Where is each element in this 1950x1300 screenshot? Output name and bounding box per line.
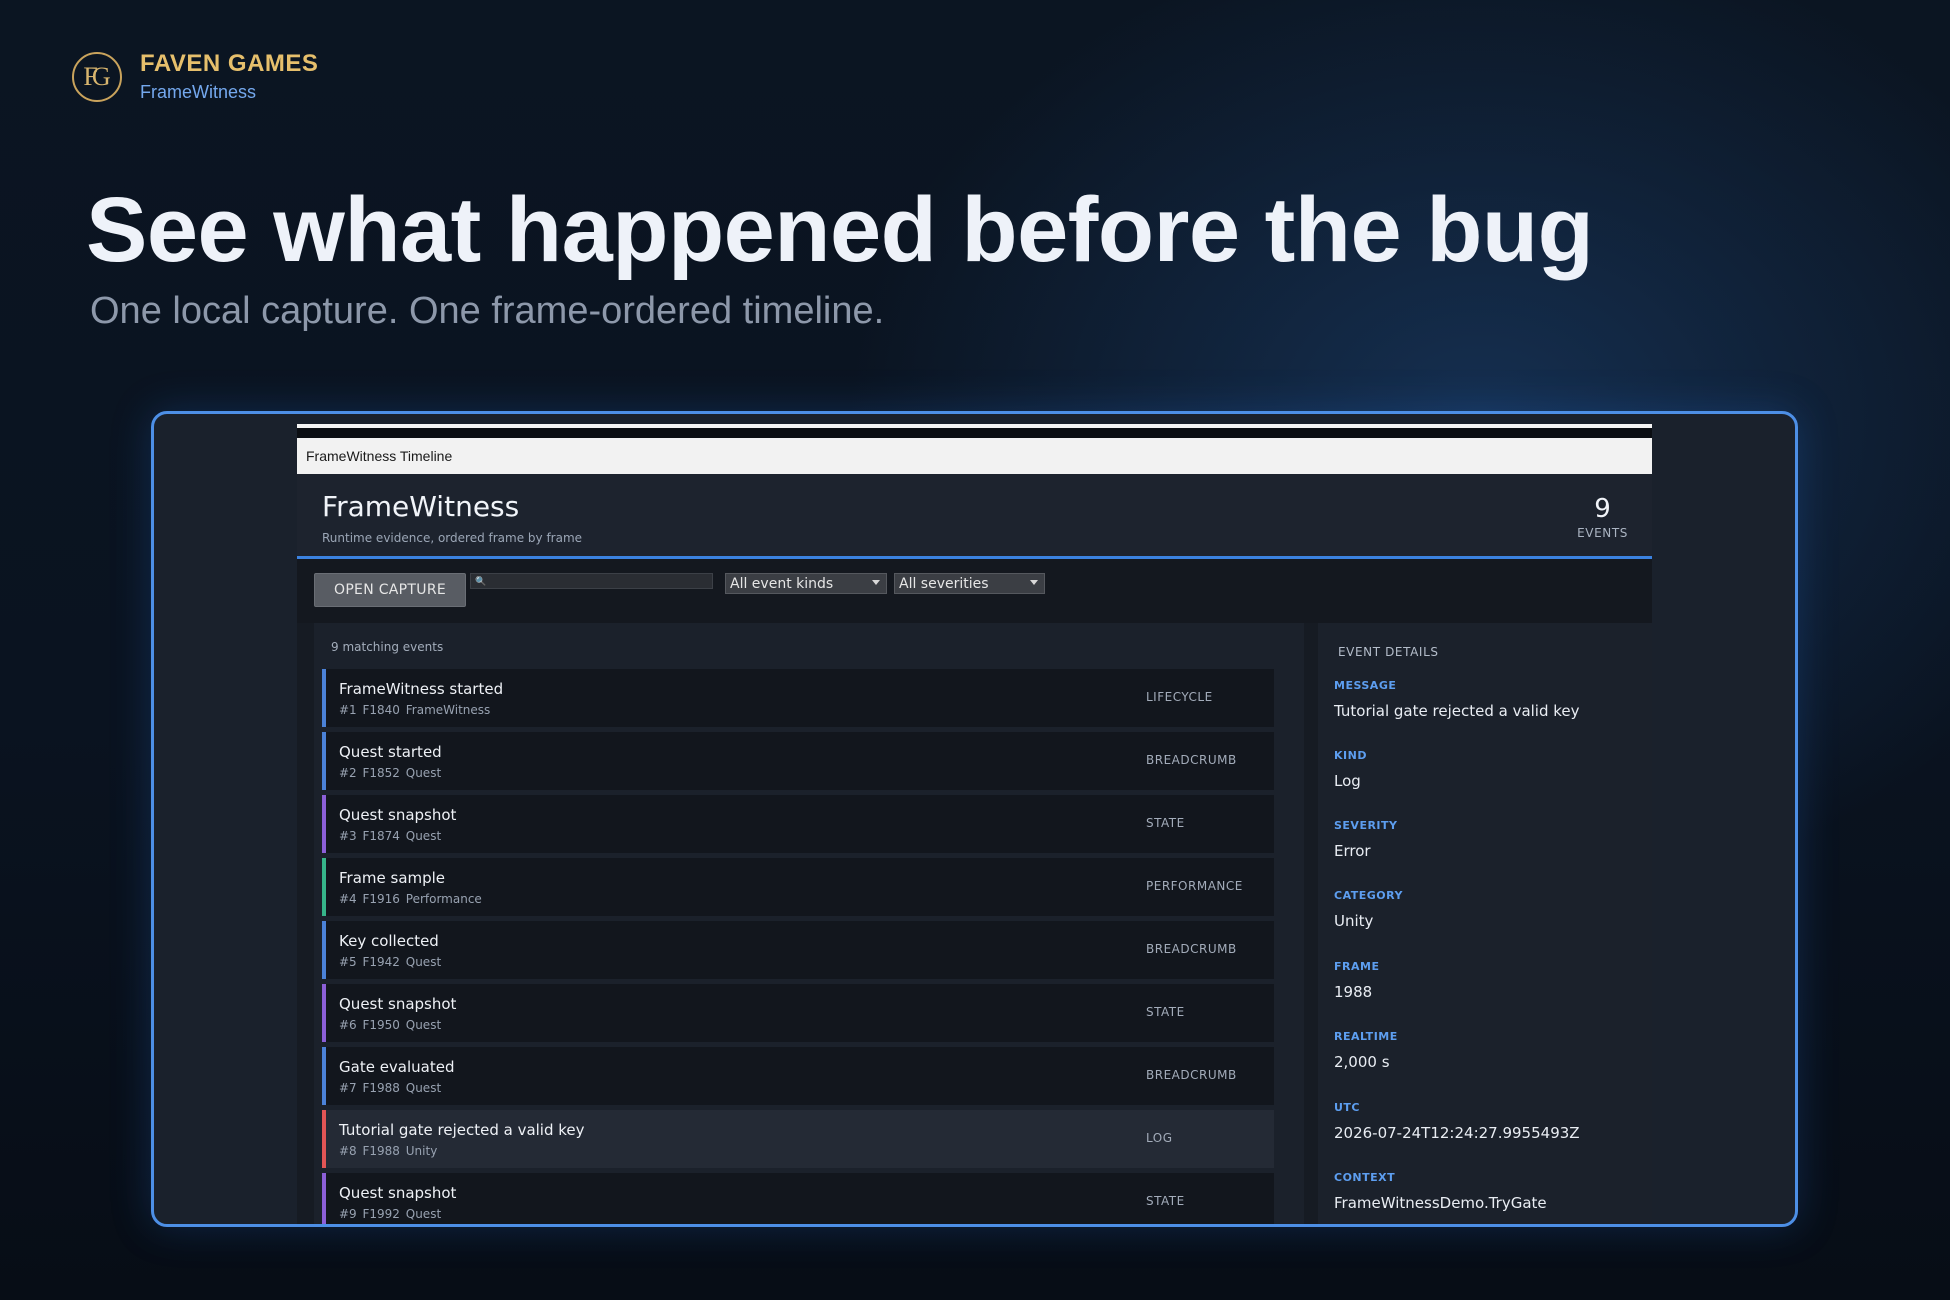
detail-label: CONTEXT bbox=[1334, 1171, 1396, 1184]
event-row[interactable]: Key collected #5 F1942 Quest BREADCRUMB bbox=[322, 921, 1274, 979]
detail-value: Tutorial gate rejected a valid key bbox=[1334, 702, 1580, 720]
brand-text: FAVEN GAMES FrameWitness bbox=[140, 50, 318, 103]
brand-product: FrameWitness bbox=[140, 82, 257, 102]
event-meta: #6 F1950 Quest bbox=[339, 1018, 442, 1032]
event-kind: BREADCRUMB bbox=[1146, 942, 1237, 956]
toolbar: OPEN CAPTURE 🔍 All event kinds All sever… bbox=[297, 559, 1652, 623]
detail-category: CATEGORY Unity bbox=[1334, 889, 1403, 930]
event-meta: #1 F1840 FrameWitness bbox=[339, 703, 491, 717]
event-meta: #4 F1916 Performance bbox=[339, 892, 482, 906]
screenshot-frame: FrameWitness Timeline FrameWitness Runti… bbox=[151, 411, 1798, 1227]
event-title: Quest snapshot bbox=[339, 1184, 457, 1202]
window-titlebar[interactable]: FrameWitness Timeline bbox=[297, 438, 1652, 474]
event-meta: #8 F1988 Unity bbox=[339, 1144, 438, 1158]
search-icon: 🔍 bbox=[475, 575, 487, 586]
event-kind: PERFORMANCE bbox=[1146, 879, 1243, 893]
event-kind: LOG bbox=[1146, 1131, 1173, 1145]
event-title: Frame sample bbox=[339, 869, 446, 887]
event-meta: #2 F1852 Quest bbox=[339, 766, 442, 780]
search-field[interactable]: 🔍 bbox=[470, 573, 713, 589]
detail-value: Error bbox=[1334, 842, 1371, 860]
detail-label: REALTIME bbox=[1334, 1030, 1398, 1043]
detail-kind: KIND Log bbox=[1334, 749, 1367, 790]
hero-title: See what happened before the bug bbox=[86, 179, 1594, 281]
matching-events-count: 9 matching events bbox=[331, 640, 444, 654]
detail-realtime: REALTIME 2,000 s bbox=[1334, 1030, 1398, 1071]
chevron-down-icon bbox=[1030, 580, 1038, 585]
event-row[interactable]: Tutorial gate rejected a valid key #8 F1… bbox=[322, 1110, 1274, 1168]
event-meta: #9 F1992 Quest bbox=[339, 1207, 442, 1221]
app-header: FrameWitness Runtime evidence, ordered f… bbox=[297, 474, 1652, 559]
events-count: 9 bbox=[1594, 494, 1611, 524]
event-kind: STATE bbox=[1146, 1194, 1185, 1208]
detail-value: Unity bbox=[1334, 912, 1374, 930]
events-counter: 9 EVENTS bbox=[1577, 494, 1628, 540]
event-title: FrameWitness started bbox=[339, 680, 504, 698]
detail-label: UTC bbox=[1334, 1101, 1361, 1114]
app-window: FrameWitness Timeline FrameWitness Runti… bbox=[297, 424, 1652, 1224]
app-title: FrameWitness bbox=[322, 490, 520, 523]
event-title: Quest snapshot bbox=[339, 995, 457, 1013]
logo-badge: FG bbox=[72, 51, 122, 102]
severity-value: All severities bbox=[899, 575, 989, 592]
event-title: Key collected bbox=[339, 932, 439, 950]
window-top-strip bbox=[297, 424, 1652, 438]
event-list-panel: 9 matching events FrameWitness started #… bbox=[314, 623, 1304, 1224]
brand: FG FAVEN GAMES FrameWitness bbox=[72, 50, 318, 103]
event-kind: BREADCRUMB bbox=[1146, 1068, 1237, 1082]
event-row[interactable]: FrameWitness started #1 F1840 FrameWitne… bbox=[322, 669, 1274, 727]
event-kind: STATE bbox=[1146, 1005, 1185, 1019]
detail-value: FrameWitnessDemo.TryGate bbox=[1334, 1194, 1547, 1212]
details-heading: EVENT DETAILS bbox=[1338, 645, 1439, 659]
event-kind-select[interactable]: All event kinds bbox=[725, 573, 887, 594]
event-meta: #5 F1942 Quest bbox=[339, 955, 442, 969]
detail-label: FRAME bbox=[1334, 960, 1380, 973]
detail-label: KIND bbox=[1334, 749, 1367, 762]
events-label: EVENTS bbox=[1577, 526, 1628, 540]
detail-message: MESSAGE Tutorial gate rejected a valid k… bbox=[1334, 679, 1580, 720]
event-kind-value: All event kinds bbox=[730, 575, 834, 592]
detail-label: MESSAGE bbox=[1334, 679, 1397, 692]
detail-utc: UTC 2026-07-24T12:24:27.9955493Z bbox=[1334, 1101, 1580, 1142]
detail-frame: FRAME 1988 bbox=[1334, 960, 1379, 1001]
event-row[interactable]: Quest snapshot #9 F1992 Quest STATE bbox=[322, 1173, 1274, 1224]
hero-subtitle: One local capture. One frame-ordered tim… bbox=[90, 290, 885, 332]
detail-severity: SEVERITY Error bbox=[1334, 819, 1398, 860]
app-tagline: Runtime evidence, ordered frame by frame bbox=[322, 531, 583, 545]
detail-label: SEVERITY bbox=[1334, 819, 1398, 832]
event-title: Quest started bbox=[339, 743, 442, 761]
event-kind: STATE bbox=[1146, 816, 1185, 830]
event-kind: LIFECYCLE bbox=[1146, 690, 1213, 704]
event-title: Tutorial gate rejected a valid key bbox=[339, 1121, 585, 1139]
search-input[interactable] bbox=[490, 575, 691, 587]
detail-value: 2,000 s bbox=[1334, 1053, 1390, 1071]
event-row[interactable]: Frame sample #4 F1916 Performance PERFOR… bbox=[322, 858, 1274, 916]
event-title: Gate evaluated bbox=[339, 1058, 455, 1076]
event-details-panel: EVENT DETAILS MESSAGE Tutorial gate reje… bbox=[1318, 623, 1652, 1224]
event-row[interactable]: Gate evaluated #7 F1988 Quest BREADCRUMB bbox=[322, 1047, 1274, 1105]
severity-select[interactable]: All severities bbox=[894, 573, 1045, 594]
event-meta: #3 F1874 Quest bbox=[339, 829, 442, 843]
event-kind: BREADCRUMB bbox=[1146, 753, 1237, 767]
event-title: Quest snapshot bbox=[339, 806, 457, 824]
detail-label: CATEGORY bbox=[1334, 889, 1403, 902]
detail-value: 2026-07-24T12:24:27.9955493Z bbox=[1334, 1124, 1580, 1142]
detail-value: Log bbox=[1334, 772, 1361, 790]
window-title: FrameWitness Timeline bbox=[306, 448, 453, 464]
event-row[interactable]: Quest snapshot #3 F1874 Quest STATE bbox=[322, 795, 1274, 853]
open-capture-button[interactable]: OPEN CAPTURE bbox=[314, 573, 466, 607]
event-meta: #7 F1988 Quest bbox=[339, 1081, 442, 1095]
event-row[interactable]: Quest started #2 F1852 Quest BREADCRUMB bbox=[322, 732, 1274, 790]
event-row[interactable]: Quest snapshot #6 F1950 Quest STATE bbox=[322, 984, 1274, 1042]
chevron-down-icon bbox=[872, 580, 880, 585]
detail-context: CONTEXT FrameWitnessDemo.TryGate bbox=[1334, 1171, 1547, 1212]
brand-name: FAVEN GAMES bbox=[140, 50, 319, 77]
detail-value: 1988 bbox=[1334, 983, 1373, 1001]
event-list: FrameWitness started #1 F1840 FrameWitne… bbox=[322, 669, 1274, 1224]
